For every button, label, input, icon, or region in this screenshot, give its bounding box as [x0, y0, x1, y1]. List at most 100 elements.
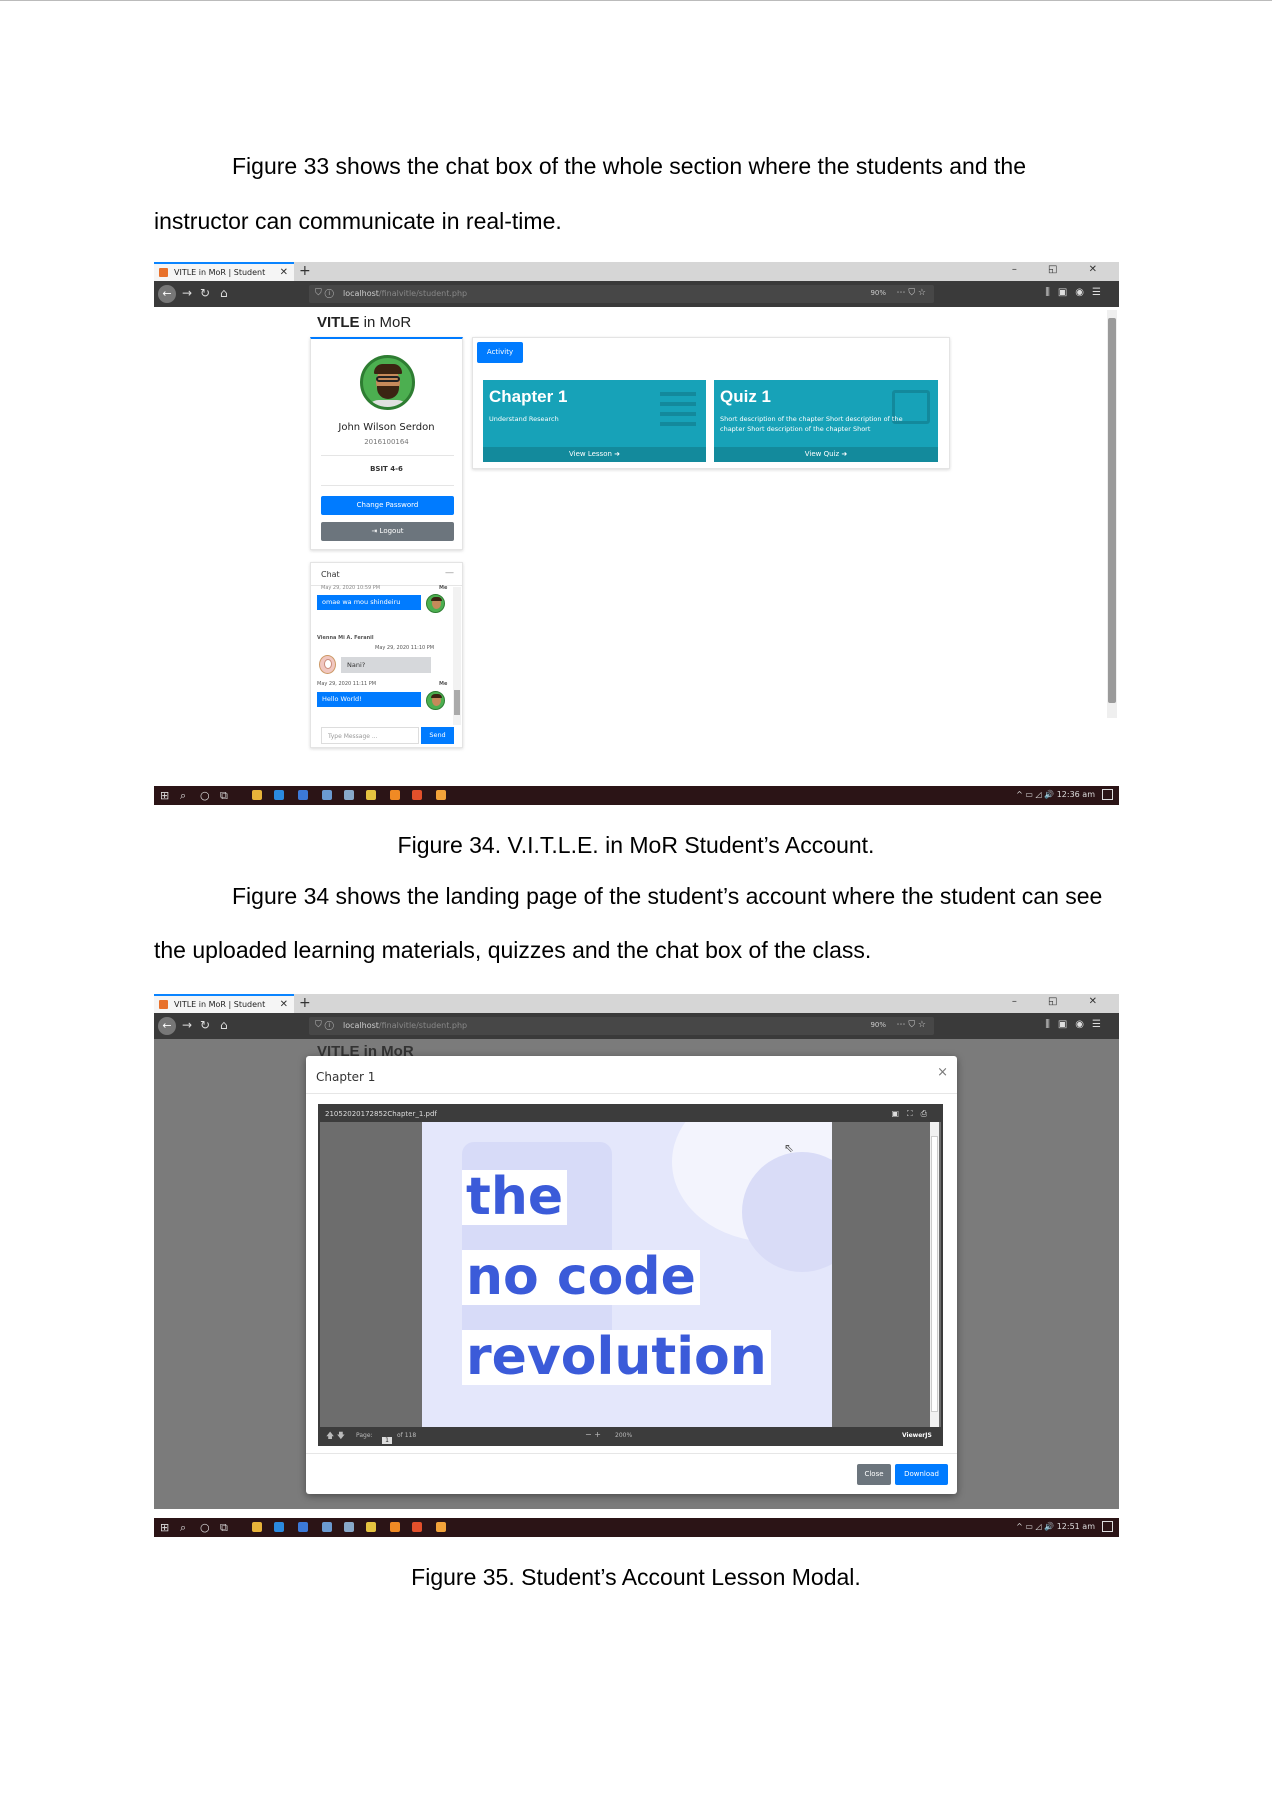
- pdf-page: the no code revolution: [422, 1122, 832, 1427]
- chat-timestamp: May 29, 2020 11:10 PM: [375, 645, 435, 651]
- lesson-modal: Chapter 1 × 21052020172852Chapter_1.pdf …: [306, 1056, 957, 1494]
- card-description: Short description of the chapter Short d…: [720, 415, 903, 434]
- page-scrollbar[interactable]: [1107, 310, 1117, 718]
- quiz-card: Quiz 1 Short description of the chapter …: [714, 380, 938, 462]
- windows-start-icon[interactable]: ⊞: [160, 789, 169, 802]
- viewer-action-icons[interactable]: ▣⛶⎙: [891, 1109, 935, 1119]
- zoom-value[interactable]: 200%: [615, 1432, 632, 1439]
- app-icon[interactable]: [274, 1522, 284, 1532]
- reload-icon[interactable]: ↻: [200, 1018, 210, 1032]
- chat-message-input[interactable]: Type Message ...: [321, 727, 419, 744]
- app-icon[interactable]: [298, 790, 308, 800]
- app-icon[interactable]: [344, 1522, 354, 1532]
- app-icon[interactable]: [390, 790, 400, 800]
- avatar: [360, 355, 415, 410]
- viewer-bottom-bar: 🡅 🡇 Page: 1 of 118 − + 200% ViewerJS: [320, 1427, 941, 1444]
- card-description: Understand Research: [489, 415, 559, 423]
- window-controls[interactable]: – ◱ ✕: [1012, 264, 1111, 275]
- cortana-icon[interactable]: ○: [200, 1521, 210, 1534]
- url-host: localhost: [343, 289, 379, 298]
- cortana-icon[interactable]: ○: [200, 789, 210, 802]
- notification-icon[interactable]: [1102, 1521, 1113, 1532]
- sublime-icon[interactable]: [436, 790, 446, 800]
- chat-message: Hello World!: [317, 692, 421, 708]
- chat-scrollbar[interactable]: [453, 587, 461, 725]
- clock: 12:36 am: [1056, 790, 1095, 799]
- back-icon[interactable]: ←: [158, 1017, 176, 1035]
- change-password-button[interactable]: Change Password: [321, 496, 454, 515]
- url-path: /finalvitle/student.php: [378, 289, 468, 298]
- app-icon[interactable]: [322, 1522, 332, 1532]
- home-icon[interactable]: ⌂: [220, 1018, 228, 1032]
- chat-box: Chat — May 29, 2020 10:59 PM Me omae wa …: [310, 562, 463, 748]
- task-view-icon[interactable]: ⧉: [220, 1521, 228, 1535]
- viewer-scrollbar[interactable]: [930, 1122, 939, 1427]
- new-tab-button[interactable]: +: [299, 263, 311, 279]
- windows-taskbar: ⊞ ⌕ ○ ⧉ ^ ▭ ◿ 🔊 12:51 am: [154, 1518, 1119, 1537]
- site-brand[interactable]: VITLE in MoR: [317, 314, 411, 331]
- tab-close-icon[interactable]: ✕: [280, 267, 288, 278]
- activity-panel: Activity Chapter 1 Understand Research V…: [472, 337, 950, 469]
- page-total: of 118: [397, 1432, 417, 1439]
- app-icon[interactable]: [274, 790, 284, 800]
- page-label: Page:: [356, 1432, 373, 1439]
- browser-tab[interactable]: VITLE in MoR | Student ✕: [154, 994, 294, 1013]
- modal-close-icon[interactable]: ×: [937, 1065, 948, 1080]
- reload-icon[interactable]: ↻: [200, 286, 210, 300]
- scrollbar-thumb[interactable]: [1108, 318, 1116, 703]
- windows-taskbar: ⊞ ⌕ ○ ⧉ ^ ▭ ◿ 🔊 12:36 am: [154, 786, 1119, 805]
- chat-send-button[interactable]: Send: [421, 727, 454, 744]
- toolbar-icons[interactable]: ⫼▣◉☰: [1045, 1019, 1109, 1030]
- search-icon[interactable]: ⌕: [180, 1521, 186, 1535]
- app-icon[interactable]: [390, 1522, 400, 1532]
- logout-button[interactable]: ⇥ Logout: [321, 522, 454, 541]
- forward-icon[interactable]: →: [182, 1018, 192, 1032]
- chrome-icon[interactable]: [366, 1522, 376, 1532]
- app-icon[interactable]: [322, 790, 332, 800]
- app-icon[interactable]: [344, 790, 354, 800]
- page-actions-icon[interactable]: ⋯ ⛉ ☆: [896, 288, 926, 298]
- system-tray[interactable]: ^ ▭ ◿ 🔊 12:36 am: [1016, 790, 1095, 799]
- chat-minimize-button[interactable]: —: [445, 568, 454, 578]
- system-tray[interactable]: ^ ▭ ◿ 🔊 12:51 am: [1016, 1522, 1095, 1531]
- sublime-icon[interactable]: [436, 1522, 446, 1532]
- file-explorer-icon[interactable]: [252, 1522, 262, 1532]
- windows-start-icon[interactable]: ⊞: [160, 1521, 169, 1534]
- address-bar[interactable]: ⛉ ⓘ localhost/finalvitle/student.php 90%…: [309, 1017, 934, 1035]
- url-path: /finalvitle/student.php: [378, 1021, 468, 1030]
- view-lesson-link[interactable]: View Lesson ➜: [483, 447, 706, 462]
- zoom-level[interactable]: 90%: [870, 1021, 886, 1029]
- view-quiz-link[interactable]: View Quiz ➜: [714, 447, 938, 462]
- chat-avatar: [319, 655, 336, 674]
- page-nav-icons[interactable]: 🡅 🡇: [326, 1430, 345, 1444]
- window-controls[interactable]: – ◱ ✕: [1012, 996, 1111, 1007]
- notification-icon[interactable]: [1102, 789, 1113, 800]
- page-number-input[interactable]: 1: [382, 1437, 392, 1444]
- firefox-icon[interactable]: [412, 790, 422, 800]
- file-explorer-icon[interactable]: [252, 790, 262, 800]
- close-button[interactable]: Close: [857, 1464, 891, 1485]
- paragraph-fig34-line2: the uploaded learning materials, quizzes…: [154, 937, 872, 963]
- back-icon[interactable]: ←: [158, 285, 176, 303]
- browser-nav-bar: ← → ↻ ⌂ ⛉ ⓘ localhost/finalvitle/student…: [154, 1013, 1119, 1039]
- toolbar-icons[interactable]: ⫼▣◉☰: [1045, 287, 1109, 298]
- tab-activity[interactable]: Activity: [477, 342, 523, 363]
- search-icon[interactable]: ⌕: [180, 789, 186, 803]
- page-actions-icon[interactable]: ⋯ ⛉ ☆: [896, 1020, 926, 1030]
- browser-tab[interactable]: VITLE in MoR | Student ✕: [154, 262, 294, 281]
- download-button[interactable]: Download: [895, 1464, 948, 1485]
- forward-icon[interactable]: →: [182, 286, 192, 300]
- tab-close-icon[interactable]: ✕: [280, 999, 288, 1010]
- address-bar[interactable]: ⛉ ⓘ localhost/finalvitle/student.php 90%…: [309, 285, 934, 303]
- app-icon[interactable]: [298, 1522, 308, 1532]
- chrome-icon[interactable]: [366, 790, 376, 800]
- firefox-icon[interactable]: [412, 1522, 422, 1532]
- zoom-controls[interactable]: − +: [585, 1430, 601, 1439]
- task-view-icon[interactable]: ⧉: [220, 789, 228, 803]
- chat-sender-name: Vienna Mi A. Feranil: [317, 635, 374, 641]
- new-tab-button[interactable]: +: [299, 995, 311, 1011]
- home-icon[interactable]: ⌂: [220, 286, 228, 300]
- zoom-level[interactable]: 90%: [870, 289, 886, 297]
- browser-nav-bar: ← → ↻ ⌂ ⛉ ⓘ localhost/finalvitle/student…: [154, 281, 1119, 307]
- pdf-viewer: 21052020172852Chapter_1.pdf ▣⛶⎙ the no c…: [318, 1104, 943, 1446]
